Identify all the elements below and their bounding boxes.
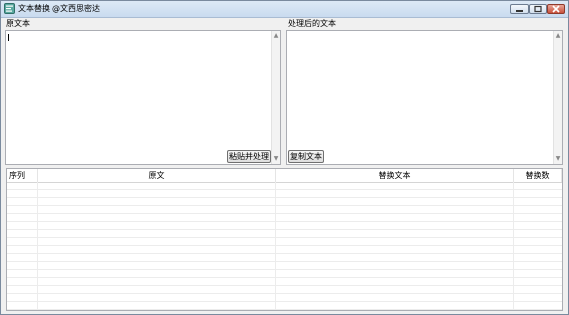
- text-caret: [8, 34, 9, 41]
- table-row[interactable]: [7, 286, 562, 294]
- title-bar[interactable]: 文本替换 @文西思密达: [1, 1, 568, 18]
- table-row[interactable]: [7, 190, 562, 198]
- close-icon: [552, 5, 560, 13]
- scroll-up-icon[interactable]: ▲: [273, 33, 279, 39]
- paste-and-process-button[interactable]: 粘贴并处理: [227, 150, 271, 163]
- column-header-original[interactable]: 原文: [38, 169, 276, 182]
- replacement-table[interactable]: 序列 原文 替换文本 替换数: [6, 168, 563, 311]
- table-row[interactable]: [7, 254, 562, 262]
- copy-text-button[interactable]: 复制文本: [288, 150, 324, 163]
- table-row[interactable]: [7, 230, 562, 238]
- table-row[interactable]: [7, 198, 562, 206]
- result-textarea[interactable]: ▲ ▼: [286, 30, 563, 165]
- source-text-label: 原文本: [6, 19, 30, 28]
- table-row[interactable]: [7, 270, 562, 278]
- main-window: 文本替换 @文西思密达 原文本 ▲ ▼ 粘贴并处理 处理后的文本 ▲ ▼ 复制文…: [0, 0, 569, 315]
- app-icon: [4, 3, 15, 14]
- table-row[interactable]: [7, 246, 562, 254]
- table-row[interactable]: [7, 222, 562, 230]
- maximize-icon: [534, 5, 542, 13]
- window-title: 文本替换: [18, 4, 50, 13]
- table-row[interactable]: [7, 182, 562, 190]
- window-author: @文西思密达: [52, 4, 100, 13]
- table-row[interactable]: [7, 262, 562, 270]
- column-header-replacement[interactable]: 替换文本: [276, 169, 514, 182]
- table-row[interactable]: [7, 238, 562, 246]
- table-row[interactable]: [7, 214, 562, 222]
- result-text-label: 处理后的文本: [288, 19, 336, 28]
- table-row[interactable]: [7, 294, 562, 302]
- column-header-count[interactable]: 替换数: [514, 169, 562, 182]
- table-row[interactable]: [7, 206, 562, 214]
- table-header: 序列 原文 替换文本 替换数: [7, 169, 562, 183]
- minimize-button[interactable]: [510, 4, 529, 14]
- close-button[interactable]: [547, 4, 565, 14]
- table-row[interactable]: [7, 302, 562, 310]
- scroll-down-icon[interactable]: ▼: [555, 156, 561, 162]
- result-scrollbar[interactable]: ▲ ▼: [553, 31, 562, 164]
- column-header-index[interactable]: 序列: [7, 169, 38, 182]
- source-textarea[interactable]: ▲ ▼: [5, 30, 281, 165]
- table-row[interactable]: [7, 278, 562, 286]
- source-scrollbar[interactable]: ▲ ▼: [271, 31, 280, 164]
- minimize-icon: [516, 10, 523, 12]
- scroll-down-icon[interactable]: ▼: [273, 156, 279, 162]
- maximize-button[interactable]: [529, 4, 547, 14]
- scroll-up-icon[interactable]: ▲: [555, 33, 561, 39]
